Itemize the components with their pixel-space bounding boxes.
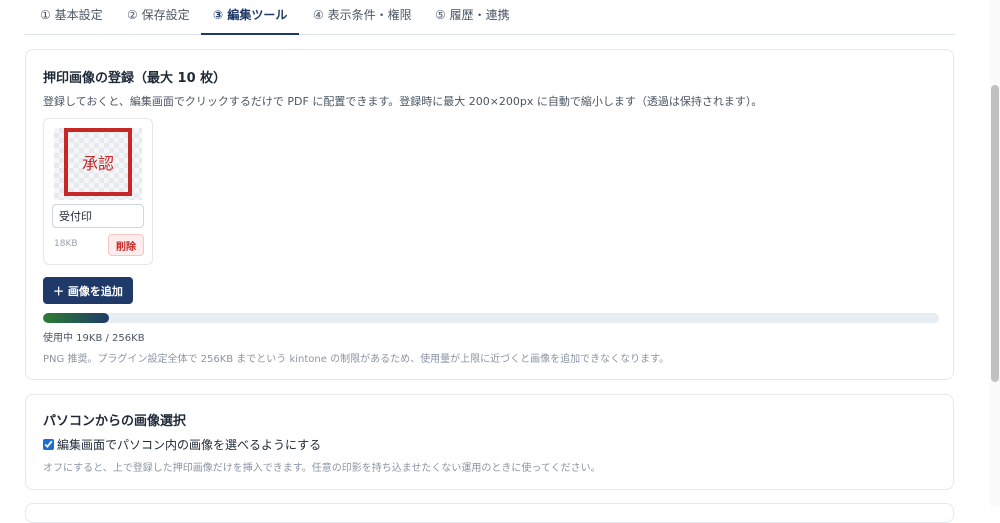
- stamp-name-input[interactable]: [52, 204, 144, 228]
- settings-tabs: ① 基本設定 ② 保存設定 ③ 編集ツール ④ 表示条件・権限 ⑤ 履歴・連携: [25, 0, 955, 35]
- stamp-section-note: PNG 推奨。プラグイン設定全体で 256KB までという kintone の制…: [43, 354, 670, 365]
- pc-image-selection-card: パソコンからの画像選択 編集画面でパソコン内の画像を選べるようにする オフにする…: [25, 394, 954, 490]
- next-section-card: [25, 503, 954, 523]
- stamp-preview: 承認: [54, 128, 142, 200]
- stamp-section-title: 押印画像の登録（最大 10 枚）: [43, 71, 227, 86]
- pc-image-checkbox-row[interactable]: 編集画面でパソコン内の画像を選べるようにする: [43, 436, 321, 453]
- delete-stamp-button[interactable]: 削除: [108, 234, 144, 256]
- stamp-image: 承認: [64, 128, 132, 196]
- add-image-button-label: ＋ 画像を追加: [53, 284, 123, 298]
- pc-section-title: パソコンからの画像選択: [43, 414, 187, 429]
- storage-usage-bar: [43, 313, 939, 323]
- page-scrollbar-thumb[interactable]: [991, 85, 999, 382]
- pc-image-checkbox[interactable]: [43, 439, 54, 450]
- tab-history-integration[interactable]: ⑤ 履歴・連携: [423, 0, 522, 33]
- pc-image-checkbox-label: 編集画面でパソコン内の画像を選べるようにする: [57, 438, 322, 452]
- stamp-file-size: 18KB: [54, 239, 78, 249]
- stamp-image-text: 承認: [81, 154, 114, 173]
- add-image-button[interactable]: ＋ 画像を追加: [43, 277, 133, 304]
- storage-usage-text: 使用中 19KB / 256KB: [43, 333, 145, 344]
- tab-save-settings[interactable]: ② 保存設定: [115, 0, 202, 33]
- stamp-registration-card: 押印画像の登録（最大 10 枚） 登録しておくと、編集画面でクリックするだけで …: [25, 49, 954, 380]
- tab-display-permissions[interactable]: ④ 表示条件・権限: [301, 0, 424, 33]
- tab-edit-tools[interactable]: ③ 編集ツール: [201, 0, 300, 35]
- stamp-section-description: 登録しておくと、編集画面でクリックするだけで PDF に配置できます。登録時に最…: [43, 95, 763, 108]
- page-scrollbar[interactable]: [990, 0, 1000, 506]
- storage-usage-fill: [43, 313, 110, 323]
- stamp-item: 承認 18KB 削除: [43, 118, 153, 265]
- tab-basic-settings[interactable]: ① 基本設定: [28, 0, 115, 33]
- pc-section-note: オフにすると、上で登録した押印画像だけを挿入できます。任意の印影を持ち込ませたく…: [43, 463, 601, 474]
